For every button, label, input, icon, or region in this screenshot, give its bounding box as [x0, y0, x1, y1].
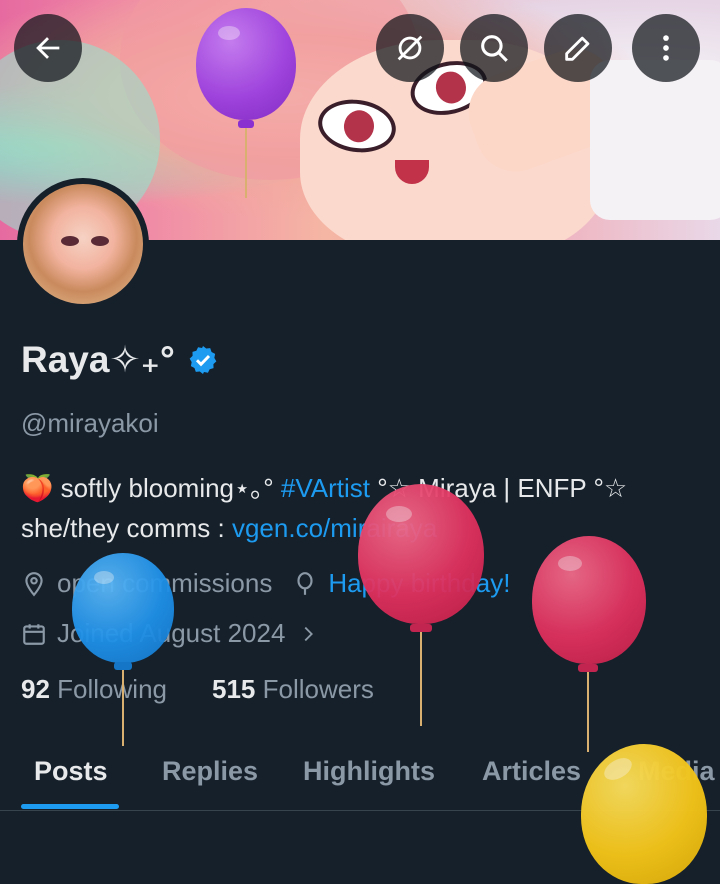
balloon-yellow	[581, 744, 707, 884]
tab-posts[interactable]: Posts	[34, 756, 108, 787]
following-count: 92	[21, 674, 50, 704]
balloon-red	[358, 484, 484, 624]
display-name-text: Raya✧₊°	[21, 339, 175, 380]
search-button[interactable]	[460, 14, 528, 82]
more-icon	[663, 35, 669, 61]
followers-link[interactable]: 515 Followers	[212, 674, 374, 705]
bio-line2: she/they comms :	[21, 513, 232, 543]
arrow-left-icon	[36, 37, 60, 59]
joined-row[interactable]: Joined August 2024	[21, 618, 329, 649]
balloon-purple	[196, 8, 296, 120]
chevron-right-icon	[305, 626, 314, 641]
tab-articles[interactable]: Articles	[482, 756, 581, 787]
hashtag-link[interactable]: #VArtist	[281, 473, 370, 503]
followers-count: 515	[212, 674, 256, 704]
back-button[interactable]	[14, 14, 82, 82]
avatar-image	[23, 184, 143, 304]
sync-off-icon	[397, 35, 423, 61]
balloon-red-2	[532, 536, 646, 664]
user-handle: @mirayakoi	[21, 408, 159, 438]
tab-replies[interactable]: Replies	[162, 756, 258, 787]
bio-text: 🍑 softly blooming⋆｡°	[21, 473, 281, 503]
verified-badge-icon[interactable]	[187, 344, 219, 376]
following-link[interactable]: 92 Following	[21, 674, 167, 705]
sync-off-button[interactable]	[376, 14, 444, 82]
avatar[interactable]	[17, 178, 149, 310]
following-label: Following	[57, 674, 167, 704]
active-tab-indicator	[21, 804, 119, 809]
display-name: Raya✧₊°	[21, 338, 219, 381]
search-icon	[481, 35, 508, 62]
balloon-blue	[72, 553, 174, 663]
balloon-icon	[297, 571, 313, 595]
edit-button[interactable]	[544, 14, 612, 82]
more-button[interactable]	[632, 14, 700, 82]
location-pin-icon	[25, 571, 43, 596]
calendar-icon	[23, 623, 45, 645]
edit-icon	[565, 36, 590, 61]
followers-label: Followers	[262, 674, 374, 704]
tab-highlights[interactable]: Highlights	[303, 756, 435, 787]
